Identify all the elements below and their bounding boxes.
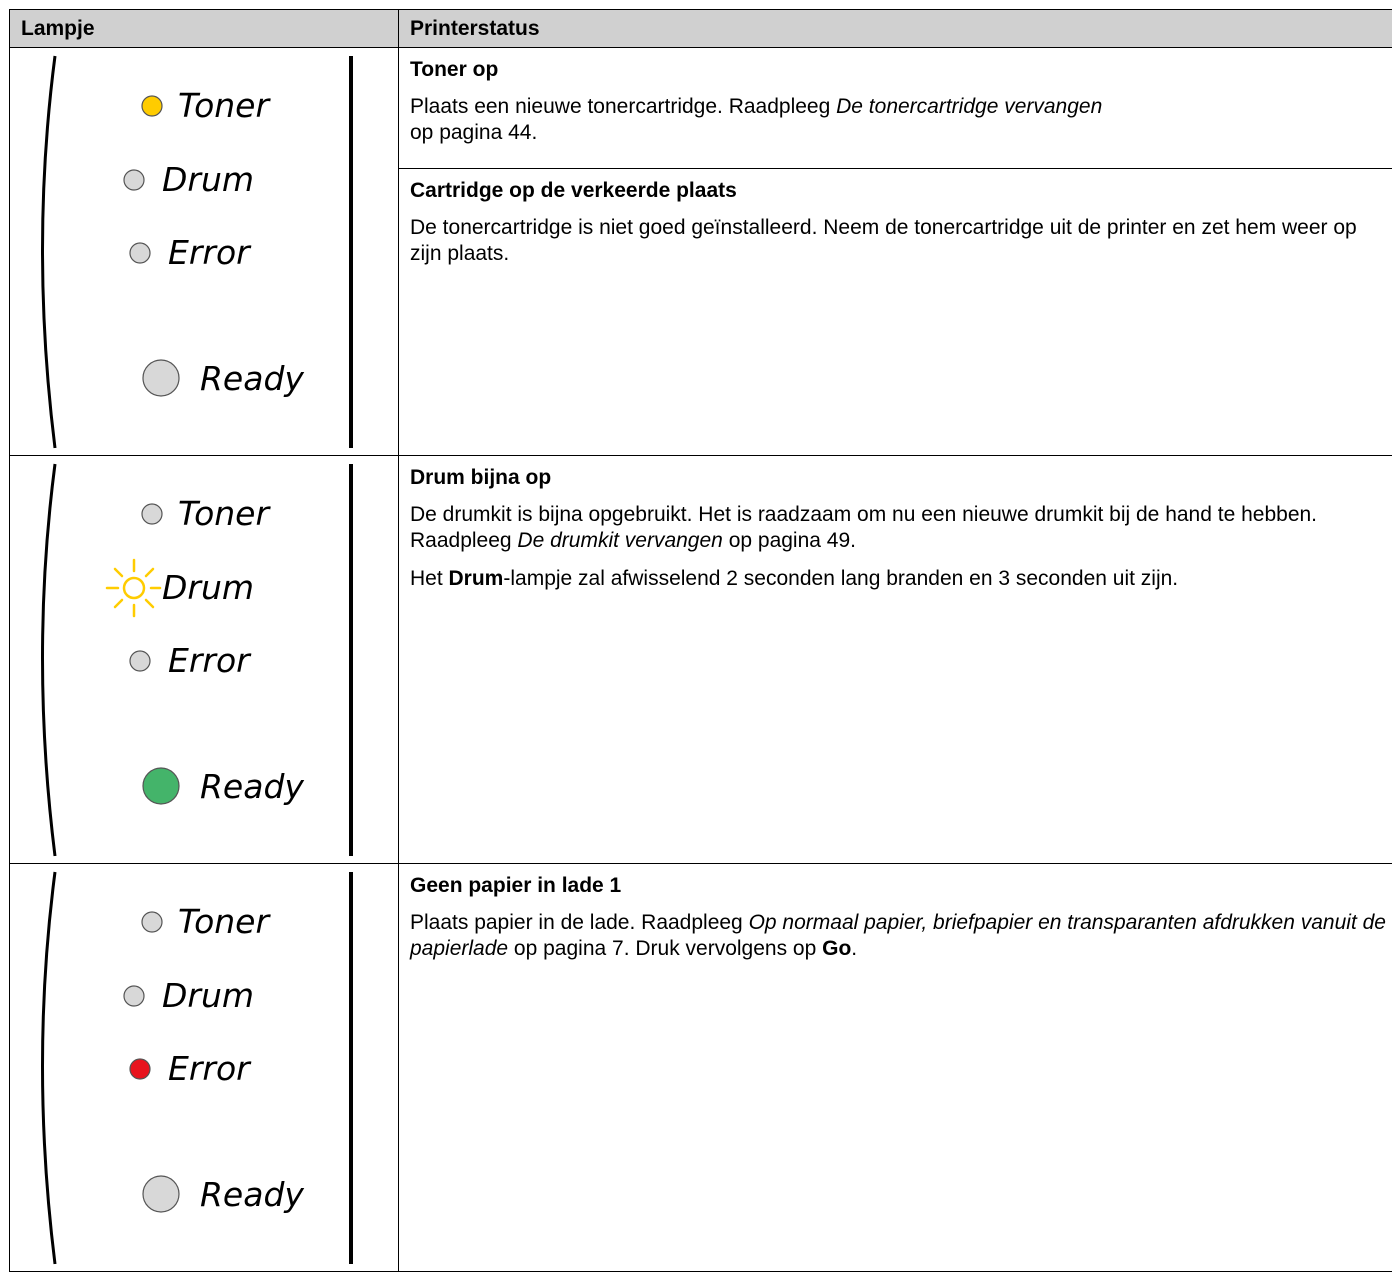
status-cell: Toner op Plaats een nieuwe tonercartridg… [398,47,1392,456]
ready-lamp-icon [142,1175,180,1213]
status-title: Toner op [410,58,499,81]
status-entry: Toner op Plaats een nieuwe tonercartridg… [399,48,1392,169]
error-lamp-icon [129,242,151,264]
status-entry: Geen papier in lade 1 Plaats papier in d… [399,864,1392,984]
column-header-status: Printerstatus [398,9,1392,48]
panel-left-bracket [41,871,57,1265]
note-text: Het [410,567,449,590]
status-description: Plaats papier in de lade. Raadpleeg Op n… [410,910,1392,962]
lamp-panel: Toner Drum Error Ready [9,455,399,864]
toner-lamp-icon [141,911,163,933]
status-text: . [851,937,858,960]
status-description: De drumkit is bijna opgebruikt. Het is r… [410,502,1392,554]
column-header-lamp: Lampje [9,9,399,48]
panel-left-bracket [41,55,57,449]
status-description: De tonercartridge is niet goed geïnstall… [410,216,1357,265]
table-row: Toner Drum Error Ready Drum bijna op De … [9,455,1392,864]
ready-lamp-label: Ready [200,359,304,398]
error-lamp-label: Error [168,641,252,680]
ready-lamp-icon [142,359,180,397]
status-page-ref: op pagina 44. [410,121,538,144]
drum-lamp-label: Drum [162,976,254,1015]
error-lamp-icon [129,650,151,672]
go-button-label: Go [822,937,852,960]
status-text: Plaats een nieuwe tonercartridge. Raadpl… [410,95,837,118]
drum-lamp-icon [123,985,145,1007]
printer-status-table: Lampje Printerstatus Toner Drum Error Re… [9,9,1392,1272]
ready-lamp-label: Ready [200,767,304,806]
status-entry: Cartridge op de verkeerde plaats De tone… [399,169,1392,289]
status-title: Cartridge op de verkeerde plaats [410,179,737,202]
ready-lamp-label: Ready [200,1175,304,1214]
lamp-panel-diagram: Toner Drum Error Ready [41,55,353,449]
status-cell: Geen papier in lade 1 Plaats papier in d… [398,863,1392,1272]
drum-lamp-icon [123,169,145,191]
status-page-ref: op pagina 7. Druk vervolgens op [508,937,823,960]
lamp-panel-diagram: Toner Drum Error Ready [41,463,353,857]
status-text: Plaats papier in de lade. Raadpleeg [410,911,749,934]
ready-lamp-icon [142,767,180,805]
toner-lamp-label: Toner [178,902,271,941]
error-lamp-icon [129,1058,151,1080]
note-bold: Drum [448,567,504,590]
table-row: Toner Drum Error Ready Geen papier in la… [9,863,1392,1272]
status-cell: Drum bijna op De drumkit is bijna opgebr… [398,455,1392,864]
error-lamp-label: Error [168,233,252,272]
note-text: -lampje zal afwisselend 2 seconden lang … [503,567,1179,590]
drum-lamp-label: Drum [162,568,254,607]
status-note: Het Drum-lampje zal afwisselend 2 second… [410,566,1392,592]
panel-left-bracket [41,463,57,857]
drum-lamp-label: Drum [162,160,254,199]
lamp-panel: Toner Drum Error Ready [9,47,399,456]
status-title: Geen papier in lade 1 [410,874,622,897]
status-reference: De drumkit vervangen [517,529,723,552]
status-reference: De tonercartridge vervangen [836,95,1103,118]
toner-lamp-label: Toner [178,86,271,125]
status-entry: Drum bijna op De drumkit is bijna opgebr… [399,456,1392,614]
toner-lamp-icon [141,503,163,525]
lamp-panel: Toner Drum Error Ready [9,863,399,1272]
drum-lamp-icon [122,576,146,600]
status-description: Plaats een nieuwe tonercartridge. Raadpl… [410,94,1392,146]
status-title: Drum bijna op [410,466,552,489]
lamp-panel-diagram: Toner Drum Error Ready [41,871,353,1265]
table-row: Toner Drum Error Ready Toner op Plaats e… [9,47,1392,456]
toner-lamp-label: Toner [178,494,271,533]
error-lamp-label: Error [168,1049,252,1088]
toner-lamp-icon [141,95,163,117]
status-page-ref: op pagina 49. [722,529,856,552]
